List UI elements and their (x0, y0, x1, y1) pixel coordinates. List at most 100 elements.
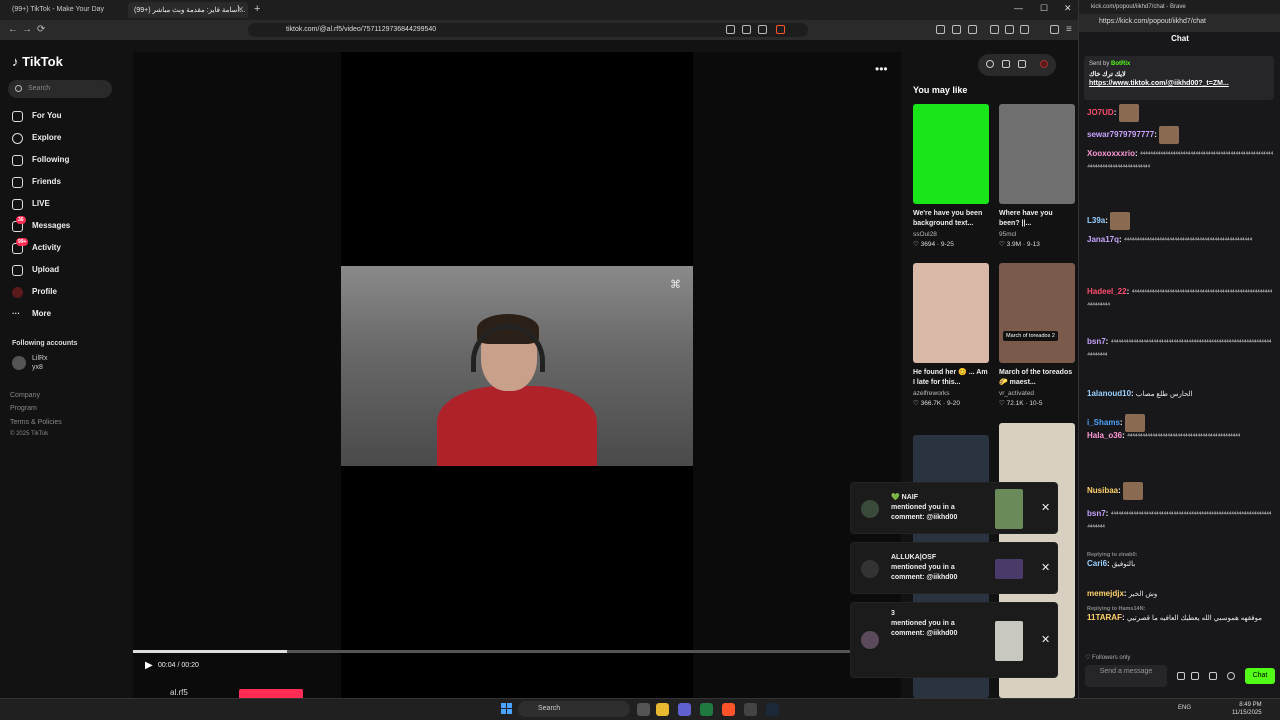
new-tab-icon[interactable]: + (254, 3, 260, 15)
maximize-icon[interactable]: ☐ (1040, 3, 1048, 14)
chat-message[interactable]: sewar7979797777: (1087, 126, 1273, 144)
footer-terms[interactable]: Terms & Policies (10, 419, 62, 426)
tab-tiktok[interactable]: (99+) TikTok - Make Your Day (6, 2, 126, 18)
menu-icon[interactable]: ≡ (1066, 24, 1072, 35)
video-frame[interactable]: ⌘ (341, 266, 693, 466)
chat-message[interactable]: bsn7: ⁴⁴⁴⁴⁴⁴⁴⁴⁴⁴⁴⁴⁴⁴⁴⁴⁴⁴⁴⁴⁴⁴⁴⁴⁴⁴⁴⁴⁴⁴⁴⁴⁴⁴… (1087, 336, 1273, 362)
emote-icon[interactable] (1177, 672, 1185, 680)
nav-profile[interactable]: Profile (12, 287, 57, 301)
suggested-video-card[interactable]: March of toreados 2 March of the toreado… (999, 263, 1075, 407)
bookmark-icon[interactable] (1020, 25, 1029, 34)
vpn-icon[interactable] (1050, 25, 1059, 34)
tiktok-logo[interactable]: ♪ TikTok (12, 54, 63, 69)
url-field[interactable]: tiktok.com/@al.rf5/video/757112973684429… (248, 23, 808, 37)
obs-icon[interactable] (744, 703, 757, 716)
back-icon[interactable]: ← (8, 24, 18, 35)
chat-username[interactable]: bsn7 (1087, 509, 1106, 518)
download-icon[interactable] (1018, 60, 1026, 68)
notification-toast[interactable]: 3 mentioned you in a comment: @iikhd00 ✕ (850, 602, 1058, 678)
chat-message[interactable]: memejdjx: وش الخبر (1087, 588, 1273, 601)
brave-icon[interactable] (722, 703, 735, 716)
chat-username[interactable]: Xooxoxxxrio (1087, 149, 1135, 158)
language-indicator[interactable]: ENG (1178, 705, 1191, 711)
file-explorer-icon[interactable] (656, 703, 669, 716)
reload-icon[interactable]: ⟳ (37, 24, 45, 35)
chat-message[interactable]: L39a: (1087, 212, 1273, 230)
pinned-message[interactable]: Sent by BotRix لايك ترك خاك https://www.… (1084, 56, 1274, 100)
video-thumbnail[interactable] (913, 263, 989, 363)
store-icon[interactable] (1209, 672, 1217, 680)
chat-message[interactable]: Replying to Hams14N: 11TARAF: موفقهه هموس… (1087, 606, 1273, 625)
nav-more[interactable]: ··· More (12, 309, 51, 323)
excel-icon[interactable] (700, 703, 713, 716)
nav-messages[interactable]: 36 Messages (12, 216, 70, 235)
chat-username[interactable]: Hadeel_22 (1087, 287, 1127, 296)
notification-toast[interactable]: 💚 NAIF mentioned you in a comment: @iikhd… (850, 482, 1058, 534)
nav-following[interactable]: Following (12, 155, 69, 169)
avatar[interactable] (1040, 60, 1048, 68)
minimize-icon[interactable]: — (1014, 3, 1023, 13)
more-options-icon[interactable]: ••• (875, 62, 888, 76)
pinned-link[interactable]: https://www.tiktok.com/@iikhd00?_t=ZM... (1089, 80, 1269, 87)
music-icon[interactable] (990, 25, 999, 34)
chat-username[interactable]: sewar7979797777 (1087, 130, 1154, 139)
screenshot-icon[interactable] (952, 25, 961, 34)
windows-start-icon[interactable] (501, 703, 513, 715)
chat-message[interactable]: Jana17q: ⁴⁴⁴⁴⁴⁴⁴⁴⁴⁴⁴⁴⁴⁴⁴⁴⁴⁴⁴⁴⁴⁴⁴⁴⁴⁴⁴⁴⁴⁴⁴… (1087, 234, 1273, 247)
chat-username[interactable]: memejdjx (1087, 589, 1124, 598)
follow-button[interactable] (239, 689, 303, 698)
nav-activity[interactable]: 99+ Activity (12, 238, 61, 257)
nav-friends[interactable]: Friends (12, 177, 61, 191)
chat-username[interactable]: i_Shams (1087, 418, 1120, 427)
settings-icon[interactable] (1227, 672, 1235, 680)
video-stage[interactable]: ⌘ ••• (133, 52, 901, 698)
extension-icon[interactable] (726, 25, 735, 34)
video-progress-bar[interactable] (133, 650, 901, 653)
close-icon[interactable]: ✕ (237, 5, 244, 14)
share-icon[interactable] (758, 25, 767, 34)
chat-message[interactable]: 1alanoud10: الحارس طلع مصاب (1087, 388, 1273, 401)
chat-send-button[interactable]: Chat (1245, 668, 1275, 684)
chat-message[interactable]: bsn7: ⁴⁴⁴⁴⁴⁴⁴⁴⁴⁴⁴⁴⁴⁴⁴⁴⁴⁴⁴⁴⁴⁴⁴⁴⁴⁴⁴⁴⁴⁴⁴⁴⁴⁴… (1087, 508, 1273, 534)
video-thumbnail[interactable] (999, 104, 1075, 204)
chat-message[interactable]: Replying to zinab0: Cari6: بالتوفيق (1087, 552, 1273, 571)
video-thumbnail[interactable]: March of toreados 2 (999, 263, 1075, 363)
send-message-input[interactable]: Send a message (1085, 665, 1167, 687)
video-author[interactable]: al.rf5 (170, 688, 188, 697)
nav-upload[interactable]: Upload (12, 265, 59, 279)
chat-message[interactable]: Xooxoxxxrio: ⁴⁴⁴⁴⁴⁴⁴⁴⁴⁴⁴⁴⁴⁴⁴⁴⁴⁴⁴⁴⁴⁴⁴⁴⁴⁴⁴… (1087, 148, 1273, 174)
phone-icon[interactable] (1002, 60, 1010, 68)
chat-username[interactable]: Jana17q (1087, 235, 1119, 244)
clock[interactable]: 8:49 PM 11/15/2025 (1232, 701, 1262, 717)
tab-video[interactable]: (99+) أسامة فايز: مقدمة وبث مباشر... ✕ (128, 2, 248, 18)
chat-username[interactable]: JO7UD (1087, 108, 1114, 117)
chat-username[interactable]: L39a (1087, 216, 1105, 225)
gift-icon[interactable] (1191, 672, 1199, 680)
suggested-video-card[interactable]: He found her 😊 ... Am I late for this...… (913, 263, 989, 407)
chat-url-field[interactable]: https://kick.com/popout/iikhd7/chat (1079, 14, 1280, 32)
suggested-video-card[interactable]: We're have you been background text... s… (913, 104, 989, 248)
discord-icon[interactable] (678, 703, 691, 716)
chat-username[interactable]: Nusibaa (1087, 486, 1118, 495)
search-input[interactable]: Search (8, 80, 112, 98)
chat-message[interactable]: Hadeel_22: ⁴⁴⁴⁴⁴⁴⁴⁴⁴⁴⁴⁴⁴⁴⁴⁴⁴⁴⁴⁴⁴⁴⁴⁴⁴⁴⁴⁴⁴… (1087, 286, 1273, 312)
cast-icon[interactable] (742, 25, 751, 34)
close-icon[interactable]: ✕ (1041, 633, 1050, 646)
puzzle-icon[interactable] (936, 25, 945, 34)
chat-username[interactable]: 1alanoud10 (1087, 389, 1131, 398)
compass-icon[interactable] (986, 60, 994, 68)
chat-message[interactable]: Nusibaa: (1087, 482, 1273, 500)
play-icon[interactable]: ▶ (145, 660, 153, 671)
close-icon[interactable]: ✕ (1041, 501, 1050, 514)
close-window-icon[interactable]: ✕ (1064, 3, 1072, 14)
close-icon[interactable]: ✕ (1041, 561, 1050, 574)
suggested-video-card[interactable]: Where have you been? ||... 95mcl ♡ 3.9M … (999, 104, 1075, 248)
taskbar-search[interactable]: Search (518, 701, 630, 717)
chat-message[interactable]: JO7UD: (1087, 104, 1273, 122)
footer-company[interactable]: Company (10, 392, 40, 399)
footer-program[interactable]: Program (10, 405, 37, 412)
video-thumbnail[interactable] (913, 104, 989, 204)
steam-icon[interactable] (766, 703, 779, 716)
forward-icon[interactable]: → (22, 24, 32, 35)
nav-explore[interactable]: Explore (12, 133, 61, 147)
